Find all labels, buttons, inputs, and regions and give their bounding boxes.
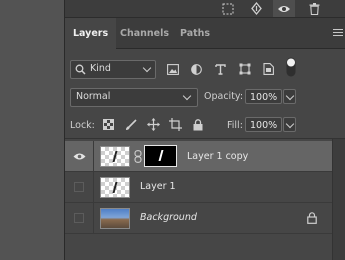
type-filter-icon[interactable]: [213, 62, 227, 76]
layer-row-background[interactable]: Background: [65, 203, 332, 233]
selection-icon[interactable]: [217, 0, 239, 17]
layers-panel: Layers Channels Paths Kind Normal Opacit…: [65, 0, 345, 260]
image-filter-icon[interactable]: [166, 62, 180, 76]
trash-icon[interactable]: [303, 0, 325, 17]
layer-filter-select[interactable]: Kind: [70, 60, 156, 79]
lock-label: Lock:: [70, 120, 95, 131]
layer-row-separator: [65, 233, 332, 234]
filter-kind-label: Kind: [90, 63, 111, 74]
visibility-column-separator: [93, 141, 94, 171]
layer-name[interactable]: Layer 1 copy: [187, 151, 248, 162]
opacity-label: Opacity:: [204, 91, 244, 102]
smart-object-filter-icon[interactable]: [261, 62, 275, 76]
panel-menu-icon[interactable]: [333, 29, 343, 37]
search-icon: [75, 64, 86, 75]
shape-filter-icon[interactable]: [238, 62, 252, 76]
chevron-down-icon: [285, 119, 295, 128]
lock-artboard-icon[interactable]: [169, 118, 182, 131]
chevron-down-icon: [285, 91, 295, 100]
lock-position-icon[interactable]: [147, 118, 160, 131]
layer-visibility-toggle[interactable]: [65, 141, 93, 171]
eye-icon[interactable]: [273, 0, 295, 17]
layer-name[interactable]: Background: [140, 212, 197, 223]
lock-image-pixels-icon[interactable]: [124, 118, 137, 131]
tab-channels[interactable]: Channels: [112, 18, 177, 48]
layer-visibility-toggle[interactable]: [65, 172, 93, 202]
lock-icon: [307, 212, 317, 224]
tab-layers[interactable]: Layers: [65, 18, 117, 49]
move-icon[interactable]: [245, 0, 267, 17]
fill-input[interactable]: 100%: [245, 117, 282, 132]
layers-list-divider: [65, 138, 345, 139]
fill-label: Fill:: [227, 120, 243, 131]
lock-all-icon[interactable]: [191, 118, 204, 131]
layer-thumbnail[interactable]: [100, 146, 130, 167]
filter-toggle-icon[interactable]: [284, 57, 298, 77]
chevron-down-icon: [142, 63, 152, 73]
blend-mode-value: Normal: [76, 91, 111, 102]
document-canvas-area: [0, 0, 64, 260]
visibility-column-separator: [93, 203, 94, 233]
layers-scrollbar[interactable]: [332, 139, 345, 260]
eye-icon: [73, 153, 85, 159]
layer-row-layer-1[interactable]: Layer 1: [65, 172, 332, 202]
visibility-column-separator: [93, 172, 94, 202]
adjustment-filter-icon[interactable]: [189, 62, 203, 76]
chain-link-icon[interactable]: [134, 150, 142, 163]
layer-mask-thumbnail[interactable]: [144, 145, 177, 167]
opacity-input[interactable]: 100%: [245, 89, 282, 104]
layer-thumbnail[interactable]: [100, 208, 130, 229]
layer-name[interactable]: Layer 1: [140, 181, 176, 192]
chevron-down-icon: [182, 91, 192, 101]
tab-paths[interactable]: Paths: [172, 18, 218, 48]
opacity-dropdown[interactable]: [283, 89, 296, 104]
layer-row-layer-1-copy[interactable]: Layer 1 copy: [65, 141, 332, 171]
panel-top-toolbar: [65, 0, 345, 18]
layer-visibility-toggle[interactable]: [65, 203, 93, 233]
blend-mode-select[interactable]: Normal: [70, 88, 198, 107]
panel-tab-bar: Layers Channels Paths: [65, 18, 345, 49]
fill-dropdown[interactable]: [283, 117, 296, 132]
lock-transparent-pixels-icon[interactable]: [102, 118, 115, 131]
layer-thumbnail[interactable]: [100, 177, 130, 198]
